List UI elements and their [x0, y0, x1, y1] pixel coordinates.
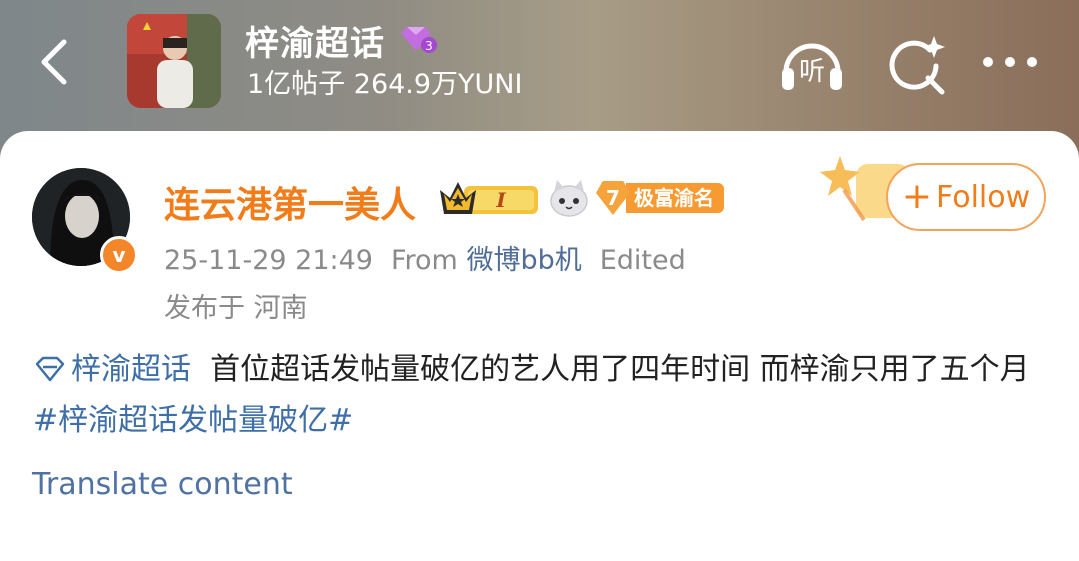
rich-level-number: 7 — [596, 181, 630, 215]
rich-level-label: 极富渝名 — [626, 183, 724, 213]
verified-badge: v — [100, 236, 138, 274]
rich-level-badge: 7 极富渝名 — [596, 181, 724, 215]
hashtag-link[interactable]: #梓渝超话发帖量破亿# — [33, 403, 353, 438]
svg-text:听: 听 — [799, 57, 825, 87]
plus-icon: + — [901, 176, 933, 217]
svg-text:3: 3 — [425, 39, 433, 53]
topic-tag-text: 梓渝超话 — [71, 352, 191, 387]
post-text: 首位超话发帖量破亿的艺人用了四年时间 而梓渝只用了五个月 — [210, 352, 1030, 387]
post-location: 发布于 河南 — [164, 293, 308, 324]
cat-badge-icon — [550, 180, 588, 217]
listen-icon[interactable]: 听 — [776, 28, 848, 100]
more-dots-icon[interactable] — [976, 28, 1048, 100]
svg-text:I: I — [495, 188, 506, 212]
search-sparkle-icon[interactable] — [880, 28, 952, 100]
post-body: 梓渝超话 首位超话发帖量破亿的艺人用了四年时间 而梓渝只用了五个月 #梓渝超话发帖… — [33, 344, 1043, 446]
gem-level-icon: 3 — [401, 27, 437, 53]
author-name[interactable]: 连云港第一美人 — [164, 176, 416, 228]
from-label: From — [390, 245, 458, 276]
edited-label: Edited — [599, 245, 686, 276]
topic-stats: 1亿帖子 264.9万YUNI — [247, 69, 523, 100]
follow-button[interactable]: + Follow — [886, 163, 1046, 231]
follow-label: Follow — [936, 179, 1031, 215]
translate-link[interactable]: Translate content — [32, 467, 293, 502]
topic-tag-link[interactable]: 梓渝超话 — [33, 352, 191, 387]
post-timestamp: 25-11-29 21:49 — [164, 245, 373, 276]
topic-cover-image[interactable] — [127, 14, 221, 108]
topic-title: 梓渝超话 — [245, 23, 385, 64]
back-arrow-icon[interactable] — [34, 38, 78, 86]
post-meta: 25-11-29 21:49 From 微博bb机 Edited — [164, 238, 686, 277]
crown-vip-icon: I — [440, 182, 538, 214]
post-source-link[interactable]: 微博bb机 — [466, 245, 581, 276]
diamond-topic-icon — [35, 356, 65, 382]
